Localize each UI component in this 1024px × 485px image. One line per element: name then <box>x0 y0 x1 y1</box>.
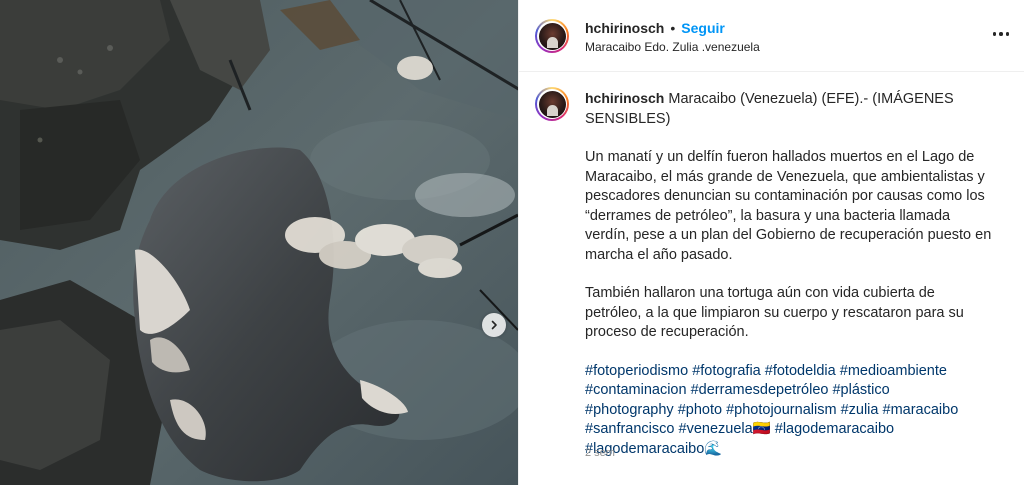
separator-dot: • <box>670 20 676 36</box>
avatar[interactable] <box>535 19 569 53</box>
caption-paragraph-2: También hallaron una tortuga aún con vid… <box>585 285 964 340</box>
hashtag[interactable]: #photography <box>585 402 674 418</box>
location-link[interactable]: Maracaibo Edo. Zulia .venezuela <box>585 40 760 54</box>
hashtag[interactable]: #lagodemaracaibo <box>775 421 894 437</box>
post-details-panel: hchirinosch • Seguir Maracaibo Edo. Zulia … <box>518 0 1024 485</box>
hashtag[interactable]: #medioambiente <box>840 363 947 379</box>
caption-paragraph-1: Un manatí y un delfín fueron hallados mu… <box>585 149 992 263</box>
hashtag[interactable]: #venezuela🇻🇪 <box>679 421 771 437</box>
hashtag[interactable]: #fotodeldia <box>765 363 836 379</box>
post-caption: hchirinosch Maracaibo (Venezuela) (EFE).… <box>585 89 995 459</box>
post-timestamp[interactable]: 2 sem <box>585 447 615 459</box>
post-header: hchirinosch • Seguir Maracaibo Edo. Zulia … <box>519 0 1024 72</box>
hashtag[interactable]: #photo <box>678 402 722 418</box>
hashtag[interactable]: #derramesdepetróleo <box>691 382 829 398</box>
caption-first-line: hchirinosch Maracaibo (Venezuela) (EFE).… <box>585 89 995 129</box>
next-photo-button[interactable] <box>482 313 506 337</box>
header-line: hchirinosch • Seguir <box>585 20 725 36</box>
follow-button[interactable]: Seguir <box>681 20 725 36</box>
caption-username[interactable]: hchirinosch <box>585 90 664 106</box>
hashtag[interactable]: #maracaibo <box>883 402 959 418</box>
hashtags: #fotoperiodismo #fotografia #fotodeldia … <box>585 362 995 460</box>
header-username[interactable]: hchirinosch <box>585 20 664 36</box>
chevron-right-icon <box>491 320 497 330</box>
hashtag[interactable]: #fotoperiodismo <box>585 363 688 379</box>
hashtag[interactable]: #fotografia <box>692 363 761 379</box>
hashtag[interactable]: #photojournalism <box>726 402 836 418</box>
hashtag[interactable]: #plástico <box>832 382 889 398</box>
more-options-icon[interactable] <box>991 24 1011 44</box>
dead-manatee-photo <box>0 0 518 485</box>
hashtag[interactable]: #contaminacion <box>585 382 687 398</box>
hashtag[interactable]: #zulia <box>841 402 879 418</box>
caption-avatar[interactable] <box>535 87 569 121</box>
post-photo <box>0 0 518 485</box>
hashtag[interactable]: #sanfrancisco <box>585 421 674 437</box>
